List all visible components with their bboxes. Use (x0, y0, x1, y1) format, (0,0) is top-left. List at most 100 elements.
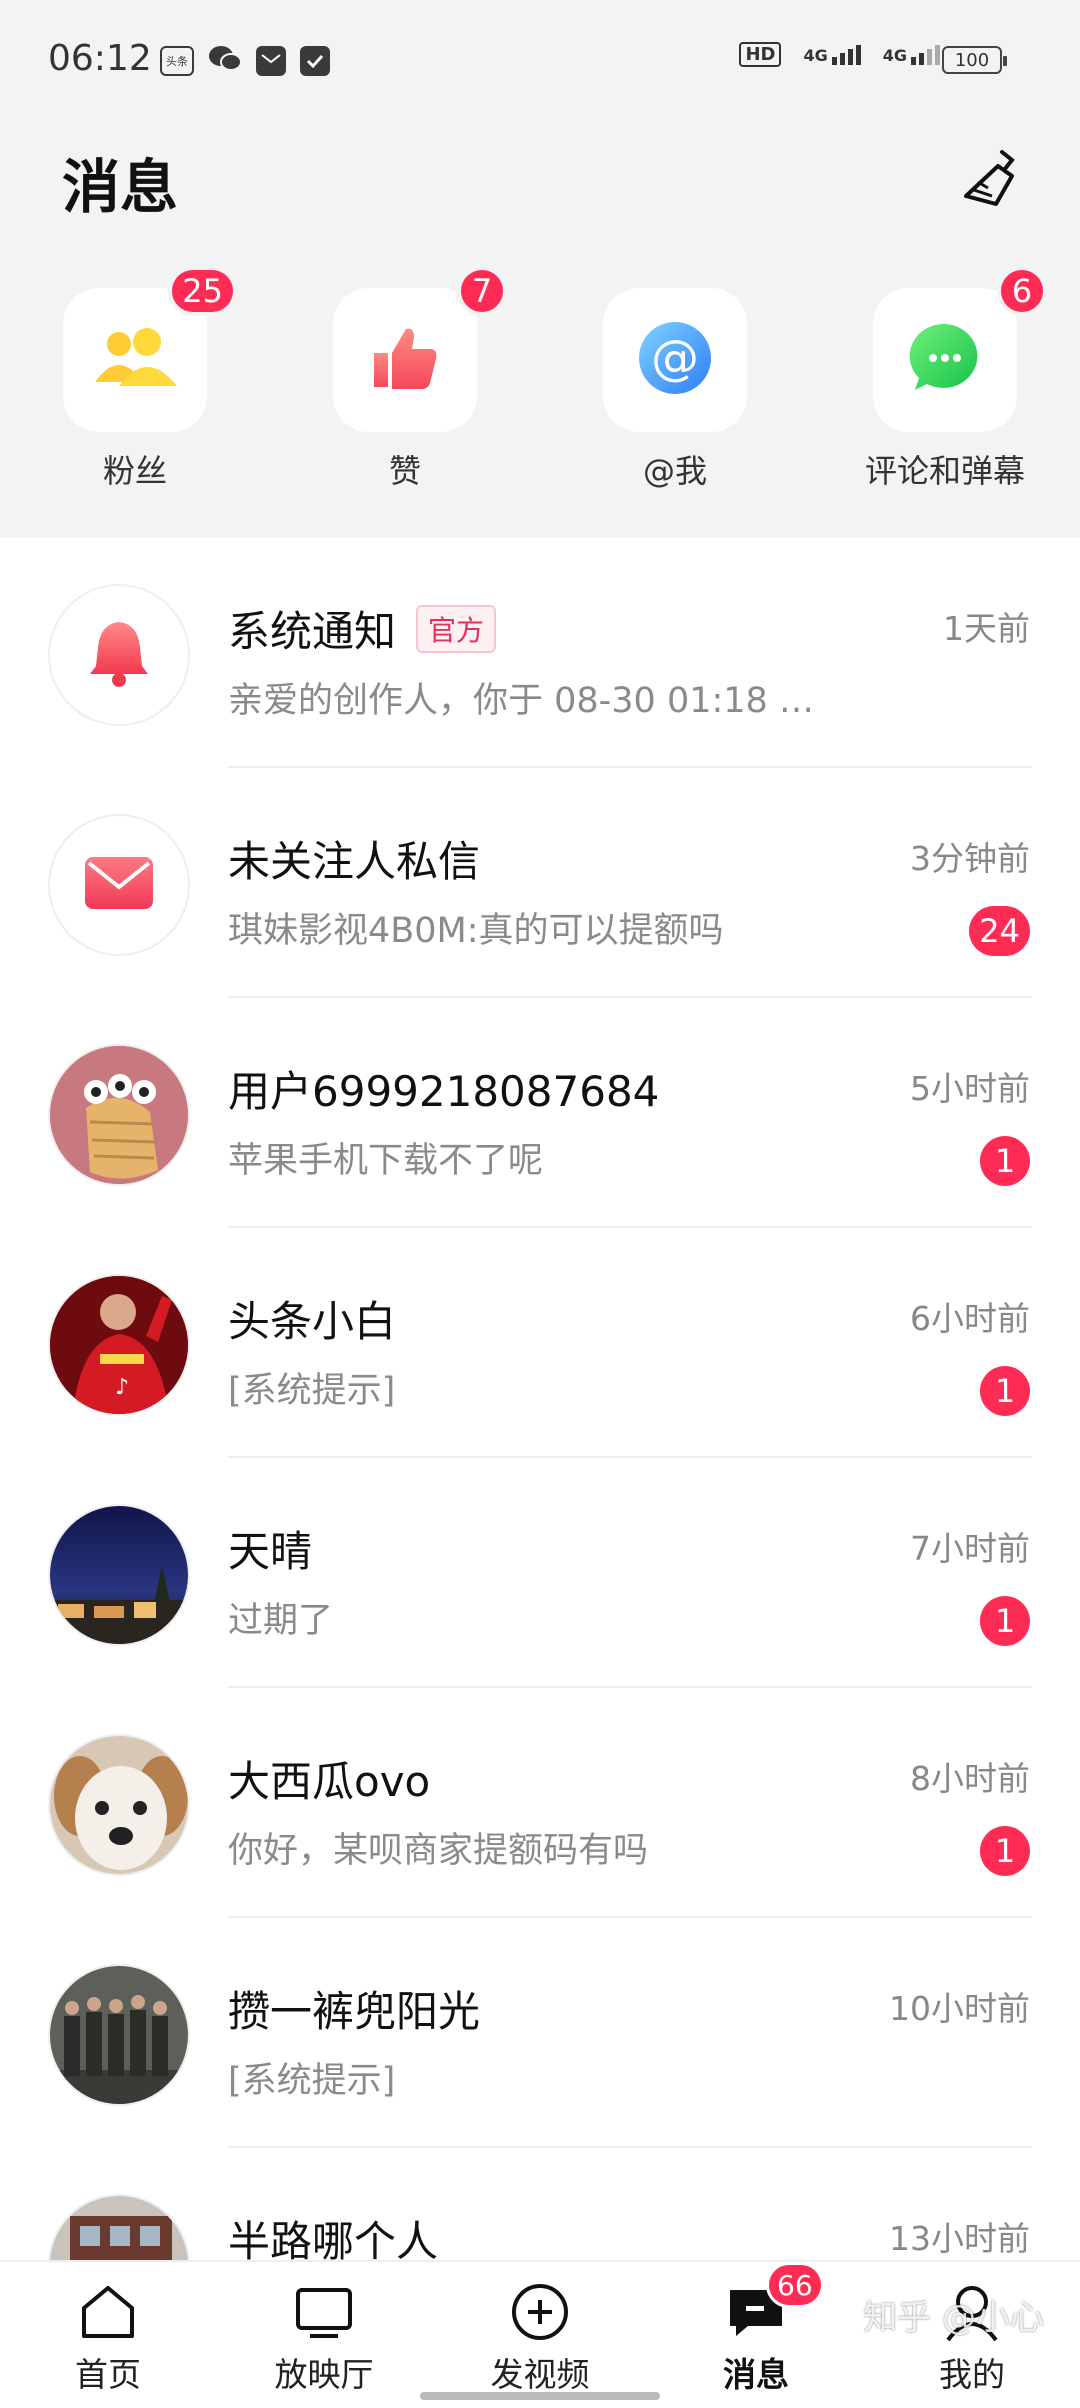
quick-label: 粉丝 (102, 452, 167, 490)
envelope-icon (83, 855, 155, 915)
nav-messages[interactable]: 66 消息 (676, 2262, 836, 2396)
list-item[interactable]: 天晴 7小时前 过期了 1 (0, 1458, 1080, 1688)
nav-home[interactable]: 首页 (28, 2282, 188, 2396)
unread-badge: 1 (980, 1136, 1030, 1186)
avatar (48, 1964, 190, 2106)
quick-label: @我 (642, 452, 707, 490)
wechat-icon (208, 44, 242, 78)
list-item[interactable]: 系统通知 官方 1天前 亲爱的创作人，你于 08-30 01:18 … (0, 538, 1080, 768)
avatar (48, 1734, 190, 1876)
nav-label: 发视频 (490, 2355, 590, 2394)
contact-name: 攒一裤兜阳光 (228, 1987, 481, 2036)
quick-fans[interactable]: 25 粉丝 (50, 266, 237, 492)
contact-name: 半路哪个人 (228, 2217, 439, 2260)
night-city-avatar (50, 1506, 188, 1644)
home-indicator[interactable] (420, 2392, 660, 2400)
network-1: 4G (803, 44, 861, 65)
quick-tile: 7 (333, 266, 507, 432)
message-time: 6小时前 (910, 1299, 1030, 1338)
message-preview: 琪妹影视4B0M:真的可以提额吗 (228, 911, 724, 951)
unread-badge: 24 (969, 906, 1030, 956)
fans-icon (89, 326, 181, 394)
fans-badge: 25 (168, 266, 237, 316)
signal-icon (911, 44, 940, 65)
official-tag: 官方 (416, 604, 497, 653)
unread-badge: 1 (980, 1826, 1030, 1876)
contact-name: 用户6999218087684 (228, 1067, 660, 1116)
red-jersey-avatar: ♪ (50, 1276, 188, 1414)
list-item[interactable]: 用户6999218087684 5小时前 苹果手机下载不了呢 1 (0, 998, 1080, 1228)
likes-badge: 7 (457, 266, 507, 316)
watermark: 知乎 @小心 (863, 2298, 1044, 2338)
contact-name: 头条小白 (228, 1297, 397, 1346)
comments-badge: 6 (997, 266, 1047, 316)
broom-icon[interactable] (958, 146, 1028, 212)
message-time: 10小时前 (889, 1989, 1030, 2028)
status-bar: 06:12 头条 HD 4G 4G 100 (0, 0, 1080, 120)
list-item[interactable]: 未关注人私信 3分钟前 琪妹影视4B0M:真的可以提额吗 24 (0, 768, 1080, 998)
avatar (48, 2194, 190, 2260)
nav-theater[interactable]: 放映厅 (244, 2282, 404, 2396)
quick-tile: 25 (63, 266, 237, 432)
message-time: 13小时前 (889, 2219, 1030, 2258)
message-icon: 66 (726, 2262, 824, 2342)
notification-icons: 头条 (160, 44, 330, 78)
at-icon: @ (637, 320, 713, 400)
quick-tile: @ (603, 288, 747, 432)
quick-tile: 6 (873, 266, 1047, 432)
signal-icon (831, 44, 861, 65)
quick-mentions[interactable]: @ @我 (590, 288, 760, 492)
message-preview: 你好，某呗商家提额码有吗 (228, 1831, 649, 1871)
puppy-avatar (50, 1736, 188, 1874)
message-preview: 亲爱的创作人，你于 08-30 01:18 … (228, 681, 814, 721)
message-time: 8小时前 (910, 1759, 1030, 1798)
contact-name: 天晴 (228, 1527, 313, 1576)
quick-label: 赞 (388, 452, 421, 490)
avatar (48, 1044, 190, 1186)
contact-name: 未关注人私信 (228, 837, 481, 886)
avatar (48, 1504, 190, 1646)
list-item[interactable]: 攒一裤兜阳光 10小时前 [系统提示] (0, 1918, 1080, 2148)
message-preview: 苹果手机下载不了呢 (228, 1141, 544, 1181)
message-preview: [系统提示] (228, 1371, 396, 1411)
group-photo-avatar (50, 1966, 188, 2104)
unread-badge: 1 (980, 1596, 1030, 1646)
plus-circle-icon (510, 2282, 570, 2342)
avatar (48, 584, 190, 726)
tv-icon (294, 2282, 354, 2342)
building-avatar (50, 2196, 188, 2260)
message-preview: 过期了 (228, 1601, 334, 1641)
bell-icon (88, 618, 150, 692)
list-item[interactable]: 半路哪个人 13小时前 (0, 2148, 1080, 2260)
message-time: 7小时前 (910, 1529, 1030, 1568)
toutiao-icon: 头条 (160, 46, 194, 76)
nav-post-video[interactable]: 发视频 (460, 2282, 620, 2396)
message-time: 1天前 (943, 609, 1030, 648)
mail-icon (256, 46, 286, 76)
list-item[interactable]: ♪ 头条小白 6小时前 [系统提示] 1 (0, 1228, 1080, 1458)
unread-badge: 1 (980, 1366, 1030, 1416)
quick-label: 评论和弹幕 (864, 452, 1025, 490)
nav-label: 我的 (939, 2355, 1005, 2394)
svg-text:♪: ♪ (115, 1375, 129, 1400)
quick-comments[interactable]: 6 评论和弹幕 (860, 266, 1047, 492)
quick-likes[interactable]: 7 赞 (320, 266, 507, 492)
avatar: ♪ (48, 1274, 190, 1416)
avatar (48, 814, 190, 956)
cartoon-avatar (50, 1046, 188, 1184)
nav-label: 放映厅 (274, 2355, 374, 2394)
clipboard-icon (300, 46, 330, 76)
message-preview: [系统提示] (228, 2061, 396, 2101)
svg-text:@: @ (651, 330, 699, 386)
messages-badge: 66 (766, 2262, 824, 2308)
message-list: 系统通知 官方 1天前 亲爱的创作人，你于 08-30 01:18 … 未关注人… (0, 538, 1080, 2260)
message-time: 3分钟前 (910, 839, 1030, 878)
list-item[interactable]: 大西瓜ovo 8小时前 你好，某呗商家提额码有吗 1 (0, 1688, 1080, 1918)
status-time: 06:12 (48, 38, 152, 79)
page-title: 消息 (62, 153, 179, 221)
message-time: 5小时前 (910, 1069, 1030, 1108)
battery-icon: 100 (942, 46, 1007, 74)
thumbs-up-icon (368, 323, 442, 397)
network-2: 4G (883, 44, 940, 65)
nav-label: 首页 (75, 2355, 141, 2394)
